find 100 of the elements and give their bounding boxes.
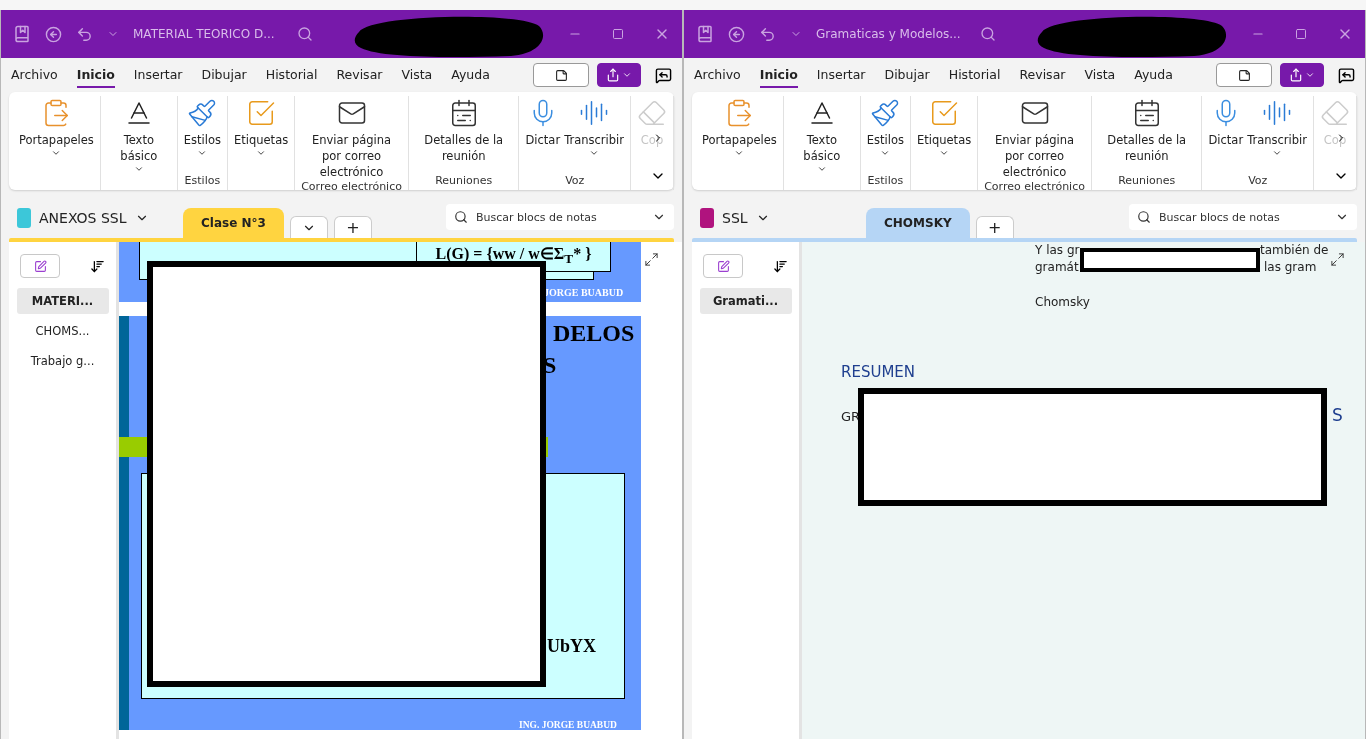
- back-icon[interactable]: [728, 25, 745, 43]
- maximize-icon[interactable]: [612, 28, 624, 40]
- section-tab[interactable]: Clase N°3: [183, 208, 284, 238]
- caret-icon: [1305, 70, 1315, 80]
- menu-tab[interactable]: Ayuda: [1134, 62, 1173, 88]
- sort-icon[interactable]: [773, 258, 788, 274]
- notebook-selector[interactable]: ANEXOS SSL: [17, 208, 177, 228]
- group-caption: Correo electrónico: [984, 180, 1085, 195]
- search-icon[interactable]: [980, 26, 996, 42]
- group-caption: Reuniones: [1118, 174, 1176, 189]
- search-icon[interactable]: [297, 26, 313, 42]
- ribbon-button[interactable]: Dictar: [525, 96, 561, 174]
- sticky-note-icon: [554, 68, 568, 82]
- ribbon-button[interactable]: Enviar página por correo electrónico: [301, 96, 402, 180]
- ribbon-button[interactable]: Estilos: [183, 96, 221, 174]
- new-page-button[interactable]: [20, 254, 60, 278]
- note-text: también de: [1260, 243, 1329, 257]
- menu-tab[interactable]: Inicio: [759, 62, 798, 88]
- menu-tab[interactable]: Historial: [948, 62, 1001, 88]
- share-button[interactable]: [597, 63, 641, 87]
- group-caption: Correo electrónico: [301, 180, 402, 195]
- note-text: Chomsky: [1035, 295, 1090, 309]
- sticky-note-button[interactable]: [533, 63, 589, 87]
- app-icon: [696, 25, 714, 43]
- styles-icon: [870, 98, 901, 128]
- maximize-icon[interactable]: [1295, 28, 1307, 40]
- page-item[interactable]: Gramati...: [699, 288, 792, 314]
- new-page-button[interactable]: [703, 254, 743, 278]
- slide-footer: ING. JORGE BUABUD: [519, 720, 617, 730]
- edit-icon: [716, 259, 730, 273]
- group-caption: Estilos: [184, 174, 221, 189]
- ribbon-button[interactable]: Enviar página por correo electrónico: [984, 96, 1085, 180]
- ribbon-button[interactable]: Texto básico: [106, 96, 171, 190]
- search-field[interactable]: Buscar blocs de notas: [446, 204, 674, 230]
- page-item[interactable]: MATERI...: [16, 288, 109, 314]
- share-icon: [606, 68, 620, 82]
- ribbon-button[interactable]: Detalles de la reunión: [414, 96, 513, 174]
- page-item[interactable]: CHOMS...: [16, 318, 109, 344]
- feedback-icon[interactable]: [1338, 66, 1355, 84]
- transcribe-icon: [1262, 98, 1293, 128]
- copilot-icon: [637, 98, 667, 128]
- ribbon-button[interactable]: Etiquetas: [234, 96, 289, 190]
- back-icon[interactable]: [45, 25, 62, 43]
- ribbon-button[interactable]: Etiquetas: [917, 96, 972, 190]
- menu-tab[interactable]: Vista: [1084, 62, 1116, 88]
- menu-tab[interactable]: Archivo: [694, 62, 741, 88]
- ribbon-button[interactable]: Detalles de la reunión: [1097, 96, 1196, 174]
- ribbon-button[interactable]: Transcribir: [564, 96, 624, 174]
- feedback-icon[interactable]: [655, 66, 672, 84]
- styles-icon: [187, 98, 218, 128]
- search-icon: [454, 210, 468, 224]
- share-button[interactable]: [1280, 63, 1324, 87]
- slide-title: DELOS: [553, 320, 635, 347]
- search-field[interactable]: Buscar blocs de notas: [1129, 204, 1357, 230]
- page-item[interactable]: Trabajo g...: [16, 348, 109, 374]
- share-icon: [1289, 68, 1303, 82]
- edit-icon: [33, 259, 47, 273]
- note-text: las gram: [1264, 260, 1317, 274]
- menu-tab[interactable]: Dibujar: [884, 62, 930, 88]
- group-caption: Reuniones: [435, 174, 493, 189]
- ribbon-button[interactable]: Transcribir: [1247, 96, 1307, 174]
- note-text: GR: [841, 409, 861, 424]
- sort-icon[interactable]: [90, 258, 105, 274]
- undo-icon[interactable]: [76, 25, 93, 43]
- note-text: gramát: [1035, 260, 1079, 274]
- ribbon-button[interactable]: Texto básico: [789, 96, 854, 190]
- ribbon-button[interactable]: Portapapeles: [19, 96, 94, 190]
- ribbon-button[interactable]: Dictar: [1208, 96, 1244, 174]
- window-title: MATERIAL TEORICO D...: [133, 27, 276, 41]
- transcribe-icon: [579, 98, 610, 128]
- menu-tab[interactable]: Revisar: [1019, 62, 1066, 88]
- ribbon-button[interactable]: Portapapeles: [702, 96, 777, 190]
- menu-tab[interactable]: Archivo: [11, 62, 58, 88]
- note-heading: RESUMEN: [841, 363, 916, 381]
- menu-tab[interactable]: Ayuda: [451, 62, 490, 88]
- note-text: Y las gr: [1035, 243, 1080, 257]
- menu-tab[interactable]: Insertar: [816, 62, 866, 88]
- slide-text: UbYX: [547, 636, 596, 657]
- caret-icon: [622, 70, 632, 80]
- menu-tab[interactable]: Vista: [401, 62, 433, 88]
- note-text: S: [1332, 405, 1343, 425]
- notebook-selector[interactable]: SSL: [700, 208, 860, 228]
- add-section-tab[interactable]: +: [333, 216, 372, 238]
- sticky-note-button[interactable]: [1216, 63, 1272, 87]
- menu-tab[interactable]: Inicio: [76, 62, 115, 88]
- add-section-tab[interactable]: +: [975, 216, 1014, 238]
- search-icon: [1137, 210, 1151, 224]
- ribbon-button[interactable]: Estilos: [866, 96, 904, 174]
- tags-icon: [929, 98, 960, 128]
- copilot-icon: [1320, 98, 1350, 128]
- undo-icon[interactable]: [759, 25, 776, 43]
- menu-tab[interactable]: Historial: [265, 62, 318, 88]
- app-icon: [13, 25, 31, 43]
- menu-tab[interactable]: Dibujar: [201, 62, 247, 88]
- menu-tab[interactable]: Insertar: [133, 62, 183, 88]
- expand-icon[interactable]: [644, 252, 659, 267]
- menu-tab[interactable]: Revisar: [336, 62, 383, 88]
- window-title: Gramaticas y Modelos...: [816, 27, 962, 41]
- section-tab[interactable]: CHOMSKY: [866, 208, 970, 238]
- expand-icon[interactable]: [1330, 252, 1345, 267]
